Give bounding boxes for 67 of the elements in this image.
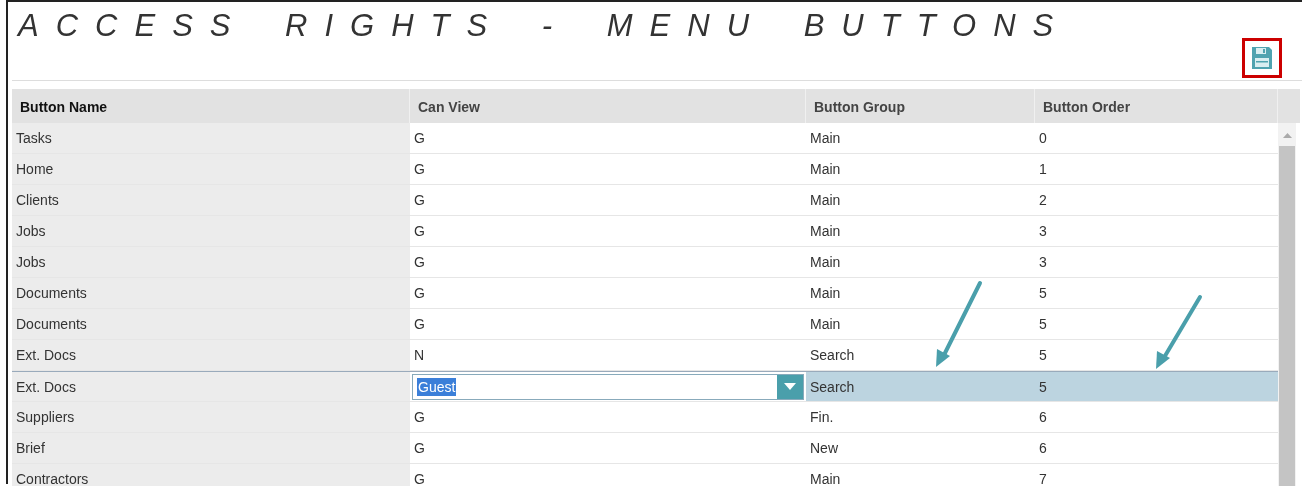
table-row[interactable]: Tasks G Main 0 bbox=[12, 123, 1278, 154]
table-cell: Main bbox=[810, 316, 841, 332]
save-button[interactable] bbox=[1242, 38, 1282, 78]
table-cell: Brief bbox=[16, 440, 45, 456]
table-cell: 5 bbox=[1039, 316, 1047, 332]
table-cell: Fin. bbox=[810, 409, 834, 425]
table-cell: G bbox=[414, 409, 425, 425]
table-cell: Search bbox=[810, 347, 855, 363]
table-row[interactable]: Brief G New 6 bbox=[12, 433, 1278, 464]
table-cell: Documents bbox=[16, 285, 87, 301]
table-cell: Jobs bbox=[16, 223, 46, 239]
table-row[interactable]: Clients G Main 2 bbox=[12, 185, 1278, 216]
table-cell: Home bbox=[16, 161, 54, 177]
table-cell: 2 bbox=[1039, 192, 1047, 208]
table-row[interactable]: Suppliers G Fin. 6 bbox=[12, 402, 1278, 433]
table-cell: 6 bbox=[1039, 409, 1047, 425]
table-cell: Main bbox=[810, 223, 841, 239]
table-row[interactable]: Ext. Docs Guest Search 5 bbox=[12, 371, 1278, 402]
table-cell: Main bbox=[810, 285, 841, 301]
table-cell: 1 bbox=[1039, 161, 1047, 177]
table-cell: Main bbox=[810, 130, 841, 146]
table-cell: 6 bbox=[1039, 440, 1047, 456]
table-cell: Main bbox=[810, 471, 841, 486]
table-row[interactable]: Jobs G Main 3 bbox=[12, 247, 1278, 278]
table-cell: Tasks bbox=[16, 130, 52, 146]
table-cell: Jobs bbox=[16, 254, 46, 270]
table-row[interactable]: Jobs G Main 3 bbox=[12, 216, 1278, 247]
table-cell: G bbox=[414, 254, 425, 270]
table-cell: Contractors bbox=[16, 471, 89, 486]
table-cell: 3 bbox=[1039, 254, 1047, 270]
table-cell: Suppliers bbox=[16, 409, 75, 425]
column-header[interactable]: Can View bbox=[410, 89, 806, 123]
table-cell: G bbox=[414, 471, 425, 486]
table-cell: Main bbox=[810, 161, 841, 177]
dropdown-field[interactable]: Guest bbox=[412, 373, 804, 400]
table-cell: Ext. Docs bbox=[16, 378, 76, 395]
table-cell: G bbox=[414, 285, 425, 301]
table-row[interactable]: Documents G Main 5 bbox=[12, 278, 1278, 309]
table-row[interactable]: Contractors G Main 7 bbox=[12, 464, 1278, 486]
table-cell: 5 bbox=[1039, 285, 1047, 301]
table-cell: Main bbox=[810, 192, 841, 208]
table-cell: 5 bbox=[1039, 347, 1047, 363]
table-cell: 3 bbox=[1039, 223, 1047, 239]
table-cell: 7 bbox=[1039, 471, 1047, 486]
table-cell: N bbox=[414, 347, 425, 363]
column-header[interactable]: Button Order bbox=[1035, 89, 1278, 123]
table-cell: G bbox=[414, 161, 425, 177]
table-cell: Main bbox=[810, 254, 841, 270]
page-title: ACCESS RIGHTS - MENU BUTTONS bbox=[18, 8, 1071, 44]
table-cell: Documents bbox=[16, 316, 87, 332]
scroll-up-icon[interactable] bbox=[1282, 133, 1292, 138]
table-cell: 5 bbox=[1039, 378, 1047, 395]
caret-icon bbox=[784, 383, 796, 390]
table-cell: G bbox=[414, 316, 425, 332]
table-cell: Ext. Docs bbox=[16, 347, 76, 363]
table-cell: Clients bbox=[16, 192, 59, 208]
column-header[interactable]: Button Group bbox=[806, 89, 1035, 123]
table-cell: Search bbox=[810, 378, 855, 395]
table-cell: 0 bbox=[1039, 130, 1047, 146]
table-cell: G bbox=[414, 130, 425, 146]
table-cell: New bbox=[810, 440, 838, 456]
scrollbar[interactable] bbox=[1278, 123, 1296, 486]
table-cell: G bbox=[414, 223, 425, 239]
table-row[interactable]: Home G Main 1 bbox=[12, 154, 1278, 185]
table-cell: G bbox=[414, 192, 425, 208]
table-row[interactable]: Documents G Main 5 bbox=[12, 309, 1278, 340]
table-cell: G bbox=[414, 440, 425, 456]
